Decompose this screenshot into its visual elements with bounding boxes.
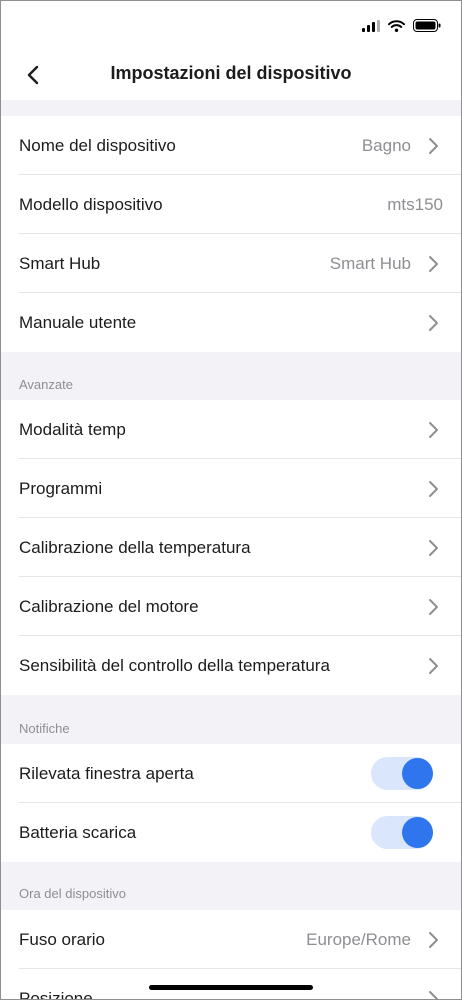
home-indicator [149,985,313,990]
row-label: Fuso orario [19,930,105,949]
row-value: Smart Hub [329,254,411,273]
chevron-right-icon [429,540,438,556]
row-value: Europe/Rome [306,930,411,949]
chevron-right-icon [429,991,438,999]
wifi-icon [388,19,405,32]
motor-calibration-row[interactable]: Calibrazione del motore [1,577,461,636]
open-window-detected-row: Rilevata finestra aperta [1,744,461,803]
notifications-group: Rilevata finestra aperta Batteria scaric… [1,744,461,862]
temperature-control-sensitivity-row[interactable]: Sensibilità del controllo della temperat… [1,636,461,695]
row-value: mts150 [387,195,443,214]
row-label: Rilevata finestra aperta [19,764,194,783]
programs-row[interactable]: Programmi [1,459,461,518]
section-header-notifications: Notifiche [19,721,70,736]
row-label: Smart Hub [19,254,101,273]
chevron-right-icon [429,315,438,331]
screen: Impostazioni del dispositivo Nome del di… [0,0,462,1000]
row-value: Bagno [361,136,411,155]
toggle-knob [402,758,433,789]
device-info-group: Nome del dispositivo Bagno Modello dispo… [1,116,461,352]
row-label: Programmi [19,479,103,498]
device-model-row: Modello dispositivo mts150 [1,175,461,234]
row-label: Sensibilità del controllo della temperat… [19,656,330,675]
smart-hub-row[interactable]: Smart Hub Smart Hub [1,234,461,293]
device-name-row[interactable]: Nome del dispositivo Bagno [1,116,461,175]
page-title: Impostazioni del dispositivo [110,63,352,83]
section-header-advanced: Avanzate [19,377,73,392]
advanced-group: Modalità temp Programmi Calibrazione del… [1,400,461,695]
chevron-right-icon [429,256,438,272]
toggle-knob [402,817,433,848]
open-window-toggle[interactable] [371,757,433,790]
row-label: Calibrazione della temperatura [19,538,251,557]
row-label: Manuale utente [19,313,137,332]
navigation-bar: Impostazioni del dispositivo [1,51,461,100]
chevron-right-icon [429,932,438,948]
temp-mode-row[interactable]: Modalità temp [1,400,461,459]
battery-icon [413,19,441,32]
section-header-device-time: Ora del dispositivo [19,886,126,901]
chevron-right-icon [429,599,438,615]
row-label: Nome del dispositivo [19,136,176,155]
timezone-row[interactable]: Fuso orario Europe/Rome [1,910,461,969]
row-label: Calibrazione del motore [19,597,199,616]
temperature-calibration-row[interactable]: Calibrazione della temperatura [1,518,461,577]
cellular-signal-icon [362,19,380,32]
chevron-right-icon [429,658,438,674]
row-label: Modalità temp [19,420,126,439]
low-battery-row: Batteria scarica [1,803,461,862]
low-battery-toggle[interactable] [371,816,433,849]
row-label: Batteria scarica [19,823,137,842]
user-manual-row[interactable]: Manuale utente [1,293,461,352]
row-label: Posizione [19,989,93,1000]
status-bar [1,1,461,51]
chevron-right-icon [429,422,438,438]
chevron-right-icon [429,481,438,497]
row-label: Modello dispositivo [19,195,163,214]
chevron-right-icon [429,138,438,154]
